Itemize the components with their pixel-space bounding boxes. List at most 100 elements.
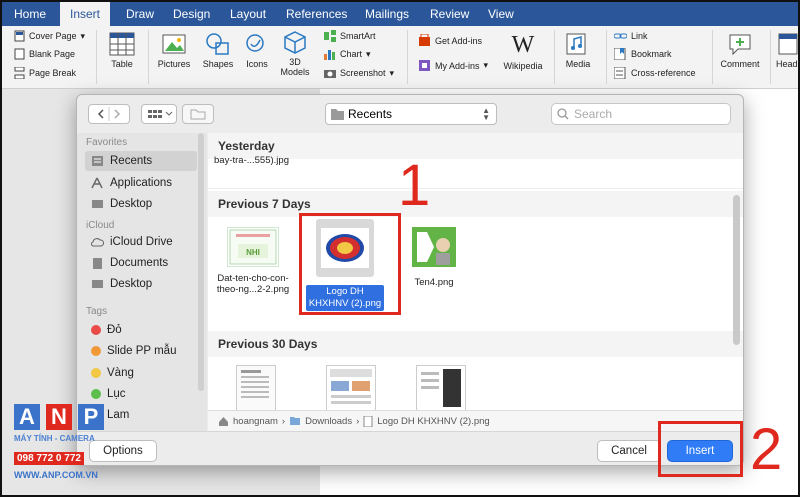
tab-insert[interactable]: Insert [60,2,111,26]
bookmark-button[interactable]: Bookmark [614,48,672,60]
tab-draw[interactable]: Draw [126,2,154,26]
step-number-2: 2 [750,417,783,482]
chart-button[interactable]: Chart ▾ [324,48,371,60]
ribbon-separator [770,30,771,84]
cancel-button[interactable]: Cancel [597,440,661,462]
tab-review[interactable]: Review [430,2,469,26]
tab-layout[interactable]: Layout [230,2,266,26]
dialog-bottom-bar: Options Cancel Insert [77,431,743,465]
smartart-icon [324,30,336,42]
my-addins-button[interactable]: My Add-ins ▾ [418,59,488,72]
file-browser-scrollbar[interactable] [733,195,740,345]
sidebar-tag-slide[interactable]: Slide PP mẫu [85,341,197,361]
file-item-dat-ten[interactable]: NHI Dat-ten-cho-con- theo-ng...2-2.png [212,223,294,295]
mobile-thumbnail-image [421,369,461,407]
page-break-icon [14,67,25,79]
file-icon [363,415,373,427]
chevron-updown-icon: ▲ ▼ [482,106,490,122]
file-browser: Yesterday bay-tra-...555).jpg Previous 7… [208,133,743,410]
get-addins-button[interactable]: Get Add-ins [418,34,482,47]
cover-page-icon [14,30,25,42]
ribbon-separator [96,30,97,84]
addins-icon [419,60,430,71]
tab-references[interactable]: References [286,2,347,26]
documents-icon [93,258,102,269]
blank-page-icon [14,48,25,60]
ten4-thumbnail-image [412,227,456,267]
blank-page-button[interactable]: Blank Page [14,48,75,60]
location-popup[interactable]: Recents ▲ ▼ [325,103,497,125]
tag-color-dot [91,325,101,335]
ribbon-insert-panel: Cover Page ▾ Blank Page Page Break Table … [2,26,798,89]
back-forward-buttons[interactable] [88,104,130,124]
pictures-button[interactable]: Pictures [154,32,194,69]
tag-color-dot [91,368,101,378]
tab-mailings[interactable]: Mailings [365,2,409,26]
shapes-icon [206,33,229,55]
file-yesterday[interactable]: bay-tra-...555).jpg [214,155,289,166]
icloud-header: iCloud [86,220,115,231]
folder-icon [331,109,344,120]
sidebar-item-applications[interactable]: Applications [85,173,197,193]
thumbnail-image: NHI [227,227,279,267]
file-thumbnail-screenshot[interactable] [326,365,376,410]
insert-picture-dialog: Recents ▲ ▼ Search Favorites Recents Appl… [76,94,744,466]
search-placeholder: Search [574,107,613,121]
watermark-tagline: MÁY TÍNH - CAMERA [14,434,95,443]
shapes-button[interactable]: Shapes [198,32,238,69]
header-button[interactable]: Head [776,32,798,69]
link-icon [614,33,627,39]
cover-page-button[interactable]: Cover Page ▾ [14,30,85,42]
sidebar-tag-do[interactable]: Đỏ [85,320,197,340]
media-icon [566,33,586,55]
folder-icon [290,417,301,425]
path-segment-file[interactable]: Logo DH KHXHNV (2).png [377,416,489,427]
view-mode-button[interactable] [141,104,177,124]
section-previous-30-days: Previous 30 Days [208,331,743,357]
table-button[interactable]: Table [104,32,140,69]
sidebar-tag-vang[interactable]: Vàng [85,363,197,383]
sidebar-item-desktop[interactable]: Desktop [85,194,197,214]
3d-models-button[interactable]: 3D Models [276,30,314,77]
sidebar-item-documents[interactable]: Documents [85,253,197,273]
file-thumbnail-doc[interactable] [236,365,276,410]
screenshot-thumbnail-image [330,369,372,404]
favorites-header: Favorites [86,137,128,148]
link-button[interactable]: Link [614,30,648,42]
dialog-toolbar: Recents ▲ ▼ Search [77,95,743,133]
page-break-button[interactable]: Page Break [14,67,76,79]
smartart-button[interactable]: SmartArt [324,30,376,42]
file-thumbnail-mobile[interactable] [416,365,466,410]
tab-home[interactable]: Home [14,2,46,26]
desktop-icon [92,200,103,208]
search-field[interactable]: Search [551,103,731,125]
tab-view[interactable]: View [488,2,514,26]
watermark-letter-a: A [14,404,40,430]
path-segment-home[interactable]: hoangnam [233,416,278,427]
sidebar-item-icloud-desktop[interactable]: Desktop [85,274,197,294]
path-segment-downloads[interactable]: Downloads [305,416,352,427]
ribbon-separator [712,30,713,84]
recents-icon [92,156,103,166]
sidebar-item-icloud-drive[interactable]: iCloud Drive [85,232,197,252]
sidebar-item-recents[interactable]: Recents [85,151,197,171]
comment-button[interactable]: Comment [718,32,762,69]
file-name-line1: Dat-ten-cho-con- [217,273,289,284]
wikipedia-icon: W [511,32,535,58]
file-item-ten4[interactable]: Ten4.png [404,223,464,288]
new-folder-button[interactable] [182,104,214,124]
sidebar-scrollbar[interactable] [198,133,204,391]
wikipedia-button[interactable]: W Wikipedia [499,32,547,71]
step-number-1: 1 [398,153,431,218]
highlight-box-selected-file [299,213,401,315]
media-button[interactable]: Media [560,32,596,69]
sidebar: Favorites Recents Applications Desktop i… [77,133,207,431]
cross-reference-button[interactable]: Cross-reference [614,67,696,79]
grid-view-icon [148,110,173,118]
icons-button[interactable]: Icons [240,32,274,69]
tab-design[interactable]: Design [173,2,210,26]
chevron-back-forward-icon [97,107,121,121]
screenshot-button[interactable]: Screenshot ▾ [324,67,394,79]
cube-icon [284,31,306,54]
sidebar-tag-luc[interactable]: Lục [85,384,197,404]
